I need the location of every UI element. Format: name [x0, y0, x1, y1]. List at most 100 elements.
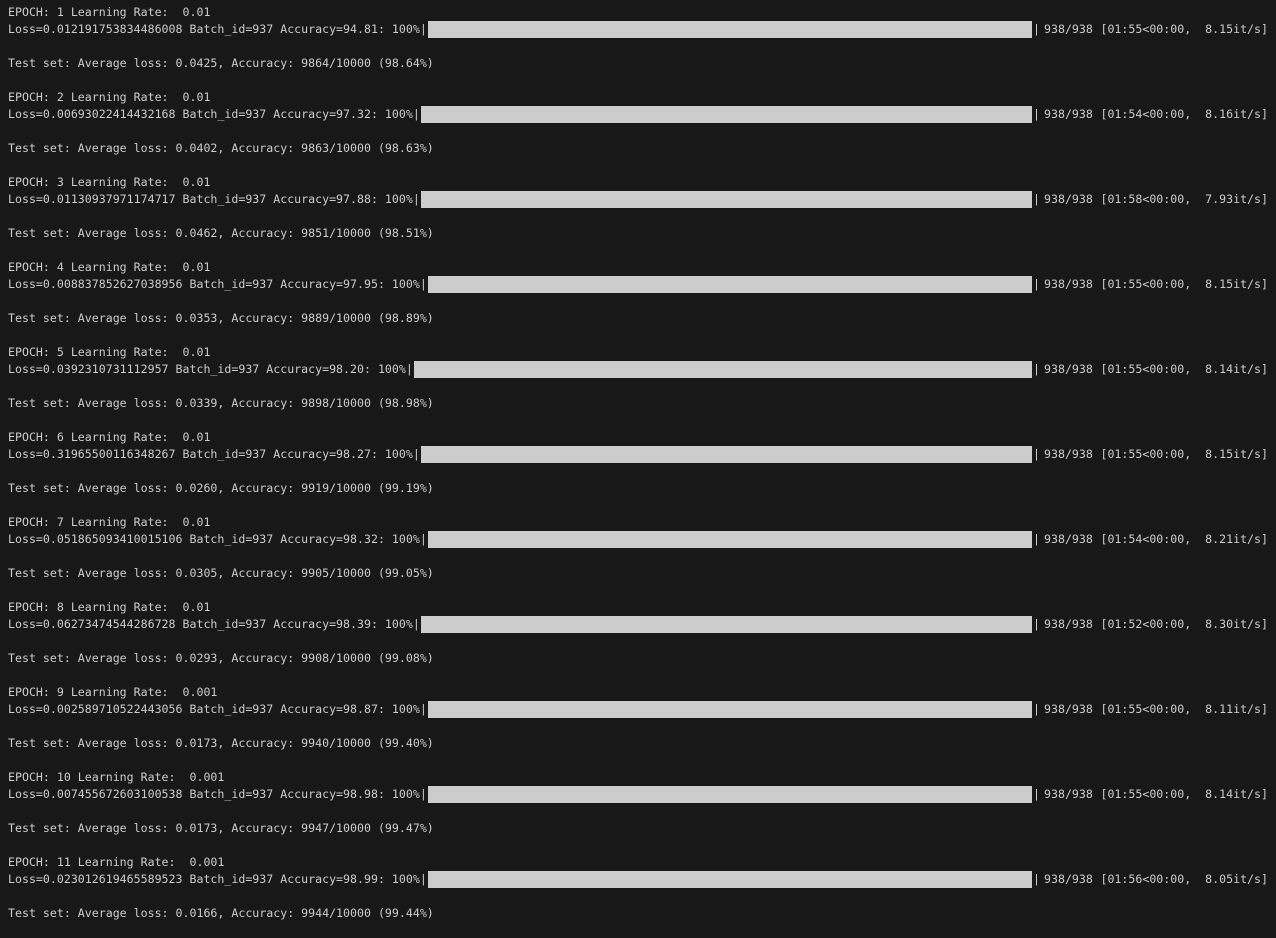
epoch-header: EPOCH: 4 Learning Rate: 0.01: [8, 260, 211, 274]
progress-bar-left-edge: |: [412, 617, 420, 631]
progress-line: Loss=0.007455672603100538 Batch_id=937 A…: [8, 786, 1268, 803]
progress-bar-fill: [427, 21, 1033, 38]
epoch-block: EPOCH: 6 Learning Rate: 0.01 Loss=0.31965…: [0, 428, 1276, 513]
progress-bar-fill: [427, 871, 1033, 888]
progress-stats: Loss=0.012191753834486008 Batch_id=937 A…: [8, 22, 420, 36]
progress-line: Loss=0.008837852627038956 Batch_id=937 A…: [8, 276, 1268, 293]
progress-bar-right-edge: |: [1033, 22, 1040, 36]
epoch-block: EPOCH: 5 Learning Rate: 0.01 Loss=0.03923…: [0, 343, 1276, 428]
progress-bar-right-edge: |: [1033, 277, 1040, 291]
progress-suffix: 938/938 [01:56<00:00, 8.05it/s]: [1044, 871, 1268, 888]
terminal-output[interactable]: EPOCH: 1 Learning Rate: 0.01 Loss=0.01219…: [0, 3, 1276, 938]
progress-bar: [420, 616, 1033, 633]
progress-count: 938/938: [1044, 702, 1093, 716]
progress-line: Loss=0.06273474544286728 Batch_id=937 Ac…: [8, 616, 1268, 633]
progress-count: 938/938: [1044, 192, 1093, 206]
epoch-header: EPOCH: 6 Learning Rate: 0.01: [8, 430, 211, 444]
test-result-line: Test set: Average loss: 0.0339, Accuracy…: [8, 396, 434, 410]
progress-stats: Loss=0.31965500116348267 Batch_id=937 Ac…: [8, 447, 413, 461]
epoch-block: EPOCH: 7 Learning Rate: 0.01 Loss=0.05186…: [0, 513, 1276, 598]
progress-suffix: 938/938 [01:58<00:00, 7.93it/s]: [1044, 191, 1268, 208]
progress-line: Loss=0.0392310731112957 Batch_id=937 Acc…: [8, 361, 1268, 378]
epoch-block: EPOCH: 3 Learning Rate: 0.01 Loss=0.01130…: [0, 173, 1276, 258]
progress-bar-right-edge: |: [1033, 107, 1040, 121]
progress-line: Loss=0.00693022414432168 Batch_id=937 Ac…: [8, 106, 1268, 123]
progress-bar-left-edge: |: [419, 702, 427, 716]
progress-stats: Loss=0.0392310731112957 Batch_id=937 Acc…: [8, 362, 406, 376]
progress-line: Loss=0.01130937971174717 Batch_id=937 Ac…: [8, 191, 1268, 208]
progress-stats: Loss=0.023012619465589523 Batch_id=937 A…: [8, 872, 420, 886]
progress-bar: [420, 191, 1033, 208]
progress-bar-right-edge: |: [1033, 447, 1040, 461]
progress-bar-left-edge: |: [419, 277, 427, 291]
progress-bar-left-edge: |: [419, 22, 427, 36]
progress-bar: [420, 446, 1033, 463]
test-result-line: Test set: Average loss: 0.0166, Accuracy…: [8, 906, 434, 920]
progress-line: Loss=0.012191753834486008 Batch_id=937 A…: [8, 21, 1268, 38]
epoch-block: EPOCH: 4 Learning Rate: 0.01 Loss=0.00883…: [0, 258, 1276, 343]
progress-timing: [01:55<00:00, 8.14it/s]: [1100, 362, 1268, 376]
progress-timing: [01:55<00:00, 8.15it/s]: [1100, 277, 1268, 291]
progress-count: 938/938: [1044, 532, 1093, 546]
progress-timing: [01:55<00:00, 8.15it/s]: [1100, 447, 1268, 461]
epoch-block: EPOCH: 9 Learning Rate: 0.001 Loss=0.0025…: [0, 683, 1276, 768]
progress-line: Loss=0.023012619465589523 Batch_id=937 A…: [8, 871, 1268, 888]
progress-bar-right-edge: |: [1033, 787, 1040, 801]
test-result-line: Test set: Average loss: 0.0402, Accuracy…: [8, 141, 434, 155]
progress-bar-right-edge: |: [1033, 617, 1040, 631]
epoch-header: EPOCH: 9 Learning Rate: 0.001: [8, 685, 218, 699]
progress-timing: [01:55<00:00, 8.11it/s]: [1100, 702, 1268, 716]
progress-bar-left-edge: |: [412, 192, 420, 206]
test-result-line: Test set: Average loss: 0.0173, Accuracy…: [8, 736, 434, 750]
epoch-header: EPOCH: 10 Learning Rate: 0.001: [8, 770, 225, 784]
epoch-header: EPOCH: 8 Learning Rate: 0.01: [8, 600, 211, 614]
epoch-header: EPOCH: 1 Learning Rate: 0.01: [8, 5, 211, 19]
progress-bar-left-edge: |: [419, 532, 427, 546]
progress-timing: [01:55<00:00, 8.14it/s]: [1100, 787, 1268, 801]
progress-bar-right-edge: |: [1033, 872, 1040, 886]
epoch-block: EPOCH: 11 Learning Rate: 0.001 Loss=0.023…: [0, 853, 1276, 938]
epoch-block: EPOCH: 10 Learning Rate: 0.001 Loss=0.007…: [0, 768, 1276, 853]
progress-stats: Loss=0.06273474544286728 Batch_id=937 Ac…: [8, 617, 413, 631]
progress-bar: [427, 276, 1033, 293]
progress-bar-left-edge: |: [419, 872, 427, 886]
progress-bar-fill: [413, 361, 1033, 378]
epoch-block: EPOCH: 1 Learning Rate: 0.01 Loss=0.01219…: [0, 3, 1276, 88]
progress-bar: [427, 871, 1033, 888]
progress-bar: [427, 701, 1033, 718]
progress-bar-fill: [427, 786, 1033, 803]
progress-bar: [427, 786, 1033, 803]
progress-bar: [420, 106, 1033, 123]
progress-bar-left-edge: |: [405, 362, 413, 376]
progress-timing: [01:58<00:00, 7.93it/s]: [1100, 192, 1268, 206]
progress-suffix: 938/938 [01:55<00:00, 8.11it/s]: [1044, 701, 1268, 718]
progress-bar-fill: [420, 106, 1033, 123]
progress-count: 938/938: [1044, 447, 1093, 461]
progress-line: Loss=0.31965500116348267 Batch_id=937 Ac…: [8, 446, 1268, 463]
epoch-block: EPOCH: 2 Learning Rate: 0.01 Loss=0.00693…: [0, 88, 1276, 173]
progress-bar-left-edge: |: [412, 107, 420, 121]
progress-count: 938/938: [1044, 277, 1093, 291]
progress-suffix: 938/938 [01:55<00:00, 8.15it/s]: [1044, 446, 1268, 463]
epoch-header: EPOCH: 7 Learning Rate: 0.01: [8, 515, 211, 529]
progress-count: 938/938: [1044, 107, 1093, 121]
progress-stats: Loss=0.051865093410015106 Batch_id=937 A…: [8, 532, 420, 546]
progress-suffix: 938/938 [01:54<00:00, 8.16it/s]: [1044, 106, 1268, 123]
test-result-line: Test set: Average loss: 0.0305, Accuracy…: [8, 566, 434, 580]
progress-bar: [427, 531, 1033, 548]
progress-suffix: 938/938 [01:55<00:00, 8.14it/s]: [1044, 361, 1268, 378]
test-result-line: Test set: Average loss: 0.0173, Accuracy…: [8, 821, 434, 835]
progress-suffix: 938/938 [01:55<00:00, 8.14it/s]: [1044, 786, 1268, 803]
progress-bar-fill: [420, 191, 1033, 208]
epoch-header: EPOCH: 2 Learning Rate: 0.01: [8, 90, 211, 104]
progress-suffix: 938/938 [01:54<00:00, 8.21it/s]: [1044, 531, 1268, 548]
progress-count: 938/938: [1044, 22, 1093, 36]
progress-stats: Loss=0.01130937971174717 Batch_id=937 Ac…: [8, 192, 413, 206]
progress-bar-right-edge: |: [1033, 192, 1040, 206]
epoch-header: EPOCH: 3 Learning Rate: 0.01: [8, 175, 211, 189]
progress-bar-fill: [427, 531, 1033, 548]
progress-timing: [01:55<00:00, 8.15it/s]: [1100, 22, 1268, 36]
progress-stats: Loss=0.00693022414432168 Batch_id=937 Ac…: [8, 107, 413, 121]
test-result-line: Test set: Average loss: 0.0462, Accuracy…: [8, 226, 434, 240]
epoch-header: EPOCH: 11 Learning Rate: 0.001: [8, 855, 225, 869]
